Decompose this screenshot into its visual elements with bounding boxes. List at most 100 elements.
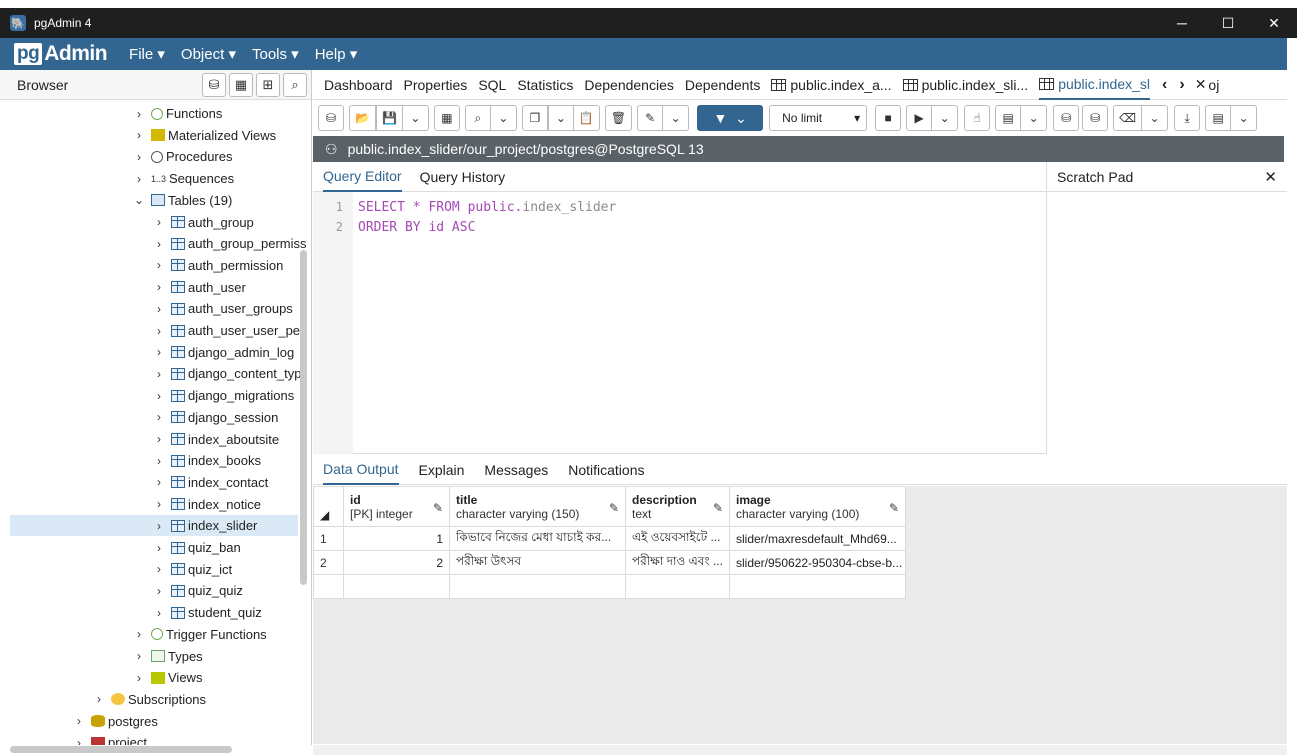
cell-description[interactable]: এই ওয়েবসাইটে ...: [625, 526, 730, 551]
tree-expand-chevron-icon[interactable]: ›: [152, 497, 166, 511]
menu-object[interactable]: Object ▾: [181, 45, 236, 63]
tree-item[interactable]: › quiz_quiz: [152, 580, 311, 601]
tree-expand-chevron-icon[interactable]: ›: [132, 649, 146, 663]
clear-caret-icon[interactable]: ⌄: [1142, 105, 1169, 131]
tab-prev-icon[interactable]: ‹: [1162, 76, 1167, 94]
tree-item[interactable]: › auth_user_groups: [152, 298, 311, 319]
tree-expand-chevron-icon[interactable]: ›: [132, 671, 146, 685]
tree-item[interactable]: › index_notice: [152, 494, 311, 515]
tree-item[interactable]: › 1..3 Sequences: [132, 168, 311, 189]
find-icon[interactable]: ⌕: [464, 105, 491, 131]
connection-bar[interactable]: ⚇ public.index_slider/our_project/postgr…: [313, 136, 1284, 162]
tree-expand-chevron-icon[interactable]: ›: [152, 302, 166, 316]
empty-cell[interactable]: [343, 574, 450, 599]
tab-0[interactable]: Dashboard: [324, 70, 393, 100]
empty-cell[interactable]: [313, 574, 344, 599]
maximize-button[interactable]: ☐: [1205, 8, 1251, 38]
download-icon[interactable]: ⤓: [1174, 105, 1201, 131]
tree-expand-chevron-icon[interactable]: ⌄: [132, 193, 146, 207]
tree-item[interactable]: › Views: [132, 667, 311, 688]
tree-expand-chevron-icon[interactable]: ›: [132, 172, 146, 186]
tree-item[interactable]: › quiz_ban: [152, 537, 311, 558]
tab-7[interactable]: public.index_sli...: [902, 70, 1028, 100]
macros-caret-icon[interactable]: ⌄: [1231, 105, 1258, 131]
tree-item[interactable]: › student_quiz: [152, 602, 311, 623]
tree-expand-chevron-icon[interactable]: ›: [152, 345, 166, 359]
find-replace-icon[interactable]: ▦: [433, 105, 460, 131]
tab-notifications[interactable]: Notifications: [568, 455, 644, 485]
table-row[interactable]: 1 1 কিভাবে নিজের মেধা যাচাই কর... এই ওয়…: [313, 526, 906, 551]
tree-expand-chevron-icon[interactable]: ›: [152, 584, 166, 598]
tree-vertical-scrollbar[interactable]: [300, 250, 307, 585]
minimize-button[interactable]: ─: [1159, 8, 1205, 38]
query-tool-icon[interactable]: ⛁: [202, 73, 226, 97]
table-row[interactable]: 2 2 পরীক্ষা উৎসব পরীক্ষা দাও এবং ... sli…: [313, 550, 906, 575]
explain-caret-icon[interactable]: ⌄: [1021, 105, 1048, 131]
tab-2[interactable]: SQL: [478, 70, 506, 100]
tab-close-icon[interactable]: ✕: [1195, 76, 1207, 93]
row-number[interactable]: 2: [313, 550, 344, 575]
tree-item[interactable]: › Functions: [132, 103, 311, 124]
tree-item[interactable]: ⌄ Tables (19): [132, 190, 311, 211]
column-header-description[interactable]: description text ✎: [625, 486, 730, 527]
tree-expand-chevron-icon[interactable]: ›: [92, 692, 106, 706]
tree-item[interactable]: › postgres: [72, 711, 311, 732]
clear-icon[interactable]: ⌫: [1113, 105, 1143, 131]
cell-image[interactable]: slider/maxresdefault_Mhd69...: [729, 526, 906, 551]
tab-data-output[interactable]: Data Output: [323, 455, 399, 485]
explain-icon[interactable]: ☝: [964, 105, 991, 131]
execute-caret-icon[interactable]: ⌄: [932, 105, 959, 131]
find-caret-icon[interactable]: ⌄: [490, 105, 517, 131]
explain-analyze-icon[interactable]: ▤: [995, 105, 1022, 131]
tree-item[interactable]: › quiz_ict: [152, 559, 311, 580]
open-file-icon[interactable]: 📂: [349, 105, 376, 131]
tree-expand-chevron-icon[interactable]: ›: [152, 454, 166, 468]
tab-query-history[interactable]: Query History: [420, 162, 506, 192]
tab-1[interactable]: Properties: [404, 70, 468, 100]
tree-item[interactable]: › Procedures: [132, 146, 311, 167]
macros-icon[interactable]: ▤: [1205, 105, 1232, 131]
tab-5[interactable]: Dependents: [685, 70, 761, 100]
sql-editor[interactable]: 1 SELECT * FROM public.index_slider 2 OR…: [313, 192, 1046, 454]
tree-expand-chevron-icon[interactable]: ›: [152, 541, 166, 555]
copy-caret-icon[interactable]: ⌄: [547, 105, 574, 131]
cell-id[interactable]: 1: [343, 526, 450, 551]
tree-item[interactable]: › auth_group_permiss: [152, 233, 311, 254]
tab-3[interactable]: Statistics: [517, 70, 573, 100]
tree-expand-chevron-icon[interactable]: ›: [152, 389, 166, 403]
tab-6[interactable]: public.index_a...: [771, 70, 892, 100]
commit-icon[interactable]: ⛁: [1053, 105, 1080, 131]
select-all-cell[interactable]: ◢: [313, 486, 344, 527]
tab-8[interactable]: public.index_sl: [1039, 70, 1151, 100]
tree-expand-chevron-icon[interactable]: ›: [152, 367, 166, 381]
tree-expand-chevron-icon[interactable]: ›: [152, 410, 166, 424]
delete-icon[interactable]: 🗑: [604, 105, 633, 131]
tree-item[interactable]: › auth_permission: [152, 255, 311, 276]
tree-item[interactable]: › django_migrations: [152, 385, 311, 406]
tree-item[interactable]: › auth_user_user_per: [152, 320, 311, 341]
menu-tools[interactable]: Tools ▾: [252, 45, 299, 63]
save-file-icon[interactable]: 💾: [375, 105, 403, 131]
grid-horizontal-scrollbar[interactable]: [313, 745, 1287, 755]
row-number[interactable]: 1: [313, 526, 344, 551]
empty-new-row[interactable]: [313, 574, 906, 599]
edit-caret-icon[interactable]: ⌄: [663, 105, 690, 131]
tab-overflow-label[interactable]: oj: [1208, 77, 1219, 93]
empty-cell[interactable]: [729, 574, 906, 599]
stop-icon[interactable]: ■: [875, 105, 902, 131]
tree-expand-chevron-icon[interactable]: ›: [152, 432, 166, 446]
tree-item[interactable]: › index_books: [152, 450, 311, 471]
cell-id[interactable]: 2: [343, 550, 450, 575]
tree-expand-chevron-icon[interactable]: ›: [132, 627, 146, 641]
cell-image[interactable]: slider/950622-950304-cbse-b...: [729, 550, 906, 575]
menu-help[interactable]: Help ▾: [315, 45, 358, 63]
db-server-icon[interactable]: ⛁: [318, 105, 344, 131]
filter-button[interactable]: ▼ ⌄: [697, 105, 764, 131]
row-limit-select[interactable]: No limit ▾: [769, 105, 868, 131]
scratch-pad-panel[interactable]: Scratch Pad ✕: [1046, 162, 1287, 454]
tree-expand-chevron-icon[interactable]: ›: [72, 714, 86, 728]
search-objects-icon[interactable]: ⌕: [283, 73, 307, 97]
tree-horizontal-scrollbar[interactable]: [10, 746, 232, 753]
empty-cell[interactable]: [625, 574, 730, 599]
tree-item[interactable]: › Materialized Views: [132, 125, 311, 146]
